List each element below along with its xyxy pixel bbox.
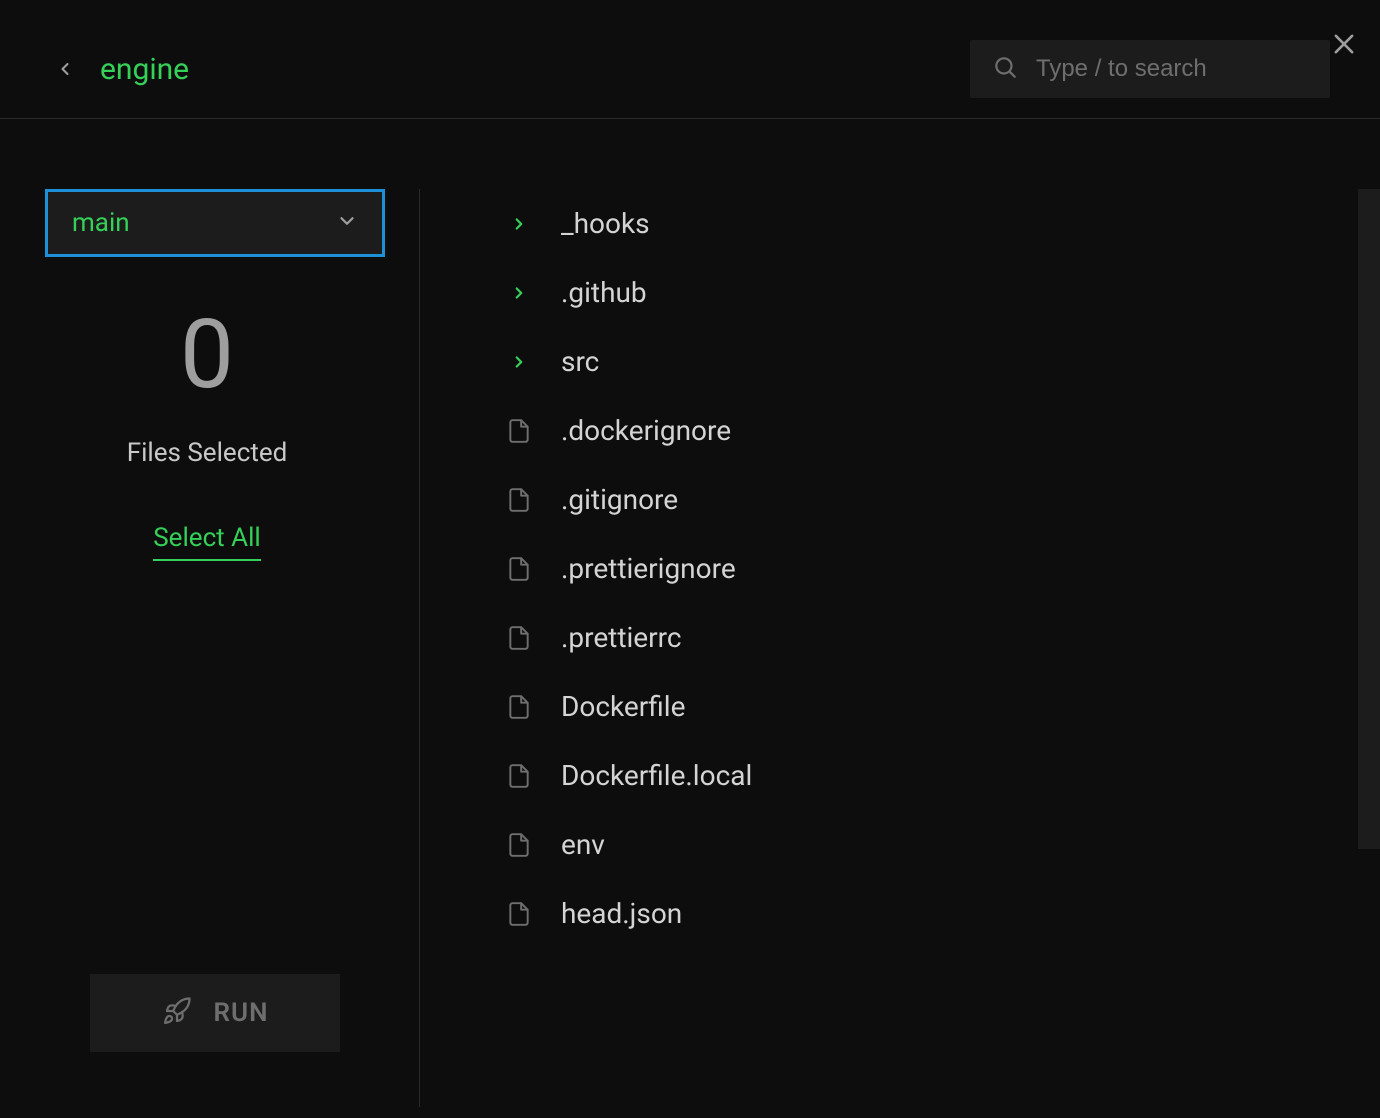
files-selected-label: Files Selected <box>45 438 369 468</box>
header: engine <box>0 0 1380 119</box>
file-icon <box>505 763 533 789</box>
file-item[interactable]: env <box>505 810 1340 879</box>
file-icon <box>505 556 533 582</box>
select-all-link[interactable]: Select All <box>153 523 261 561</box>
back-button[interactable] <box>55 55 75 83</box>
sidebar: main 0 Files Selected Select All RUN <box>0 189 420 1107</box>
file-item[interactable]: Dockerfile.local <box>505 741 1340 810</box>
item-label: Dockerfile.local <box>561 759 752 792</box>
folder-chevron-icon <box>505 215 533 233</box>
branch-name: main <box>72 208 130 238</box>
item-label: src <box>561 345 599 378</box>
header-left: engine <box>55 52 189 87</box>
search-input[interactable] <box>1036 55 1346 83</box>
file-icon <box>505 625 533 651</box>
file-item[interactable]: .gitignore <box>505 465 1340 534</box>
file-icon <box>505 901 533 927</box>
file-item[interactable]: head.json <box>505 879 1340 948</box>
file-icon <box>505 487 533 513</box>
folder-item[interactable]: _hooks <box>505 189 1340 258</box>
rocket-icon <box>162 996 192 1030</box>
chevron-down-icon <box>336 210 358 236</box>
search-box[interactable] <box>970 40 1330 98</box>
item-label: .prettierrc <box>561 621 682 654</box>
run-label: RUN <box>214 998 269 1028</box>
item-label: _hooks <box>561 207 650 240</box>
item-label: .dockerignore <box>561 414 731 447</box>
file-icon <box>505 694 533 720</box>
file-tree: _hooks .github src .dockerignore .gitignore.… <box>420 189 1380 1107</box>
files-selected-count: 0 <box>45 307 369 403</box>
item-label: .prettierignore <box>561 552 736 585</box>
scrollbar[interactable] <box>1358 189 1380 849</box>
file-item[interactable]: .prettierrc <box>505 603 1340 672</box>
page-title: engine <box>100 52 189 87</box>
file-icon <box>505 832 533 858</box>
folder-chevron-icon <box>505 353 533 371</box>
item-label: env <box>561 828 605 861</box>
folder-item[interactable]: .github <box>505 258 1340 327</box>
item-label: .github <box>561 276 647 309</box>
item-label: Dockerfile <box>561 690 685 723</box>
file-item[interactable]: .prettierignore <box>505 534 1340 603</box>
file-item[interactable]: Dockerfile <box>505 672 1340 741</box>
item-label: head.json <box>561 897 682 930</box>
file-icon <box>505 418 533 444</box>
file-item[interactable]: .dockerignore <box>505 396 1340 465</box>
folder-chevron-icon <box>505 284 533 302</box>
run-button[interactable]: RUN <box>90 974 340 1052</box>
folder-item[interactable]: src <box>505 327 1340 396</box>
item-label: .gitignore <box>561 483 678 516</box>
branch-selector[interactable]: main <box>45 189 385 257</box>
content: main 0 Files Selected Select All RUN <box>0 119 1380 1107</box>
search-icon <box>992 54 1018 84</box>
